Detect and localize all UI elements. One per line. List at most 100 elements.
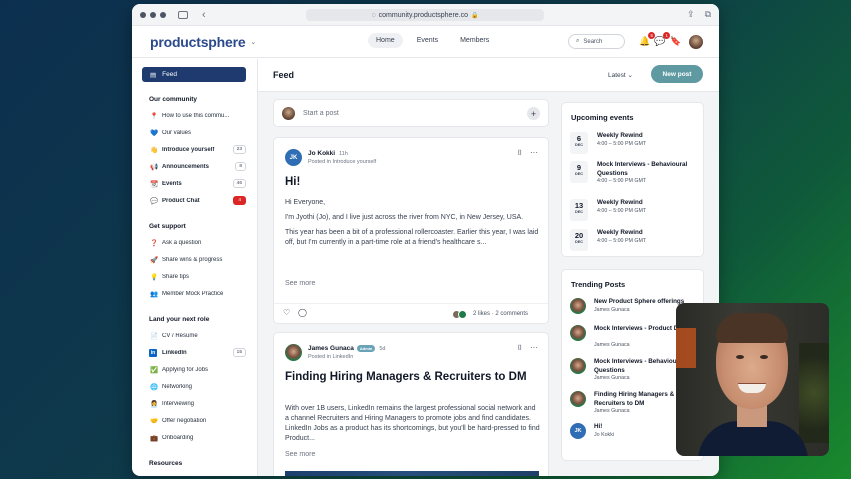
search-input[interactable]: ⌕ Search [568, 34, 625, 49]
sidebar-item[interactable]: 💬 Product Chat 4 [142, 192, 246, 209]
bookmark-icon[interactable]: ⌷ [518, 150, 522, 158]
tabs-icon[interactable]: ⧉ [705, 9, 711, 20]
messages-icon[interactable]: 💬 1 [654, 32, 671, 47]
search-icon: ⌕ [576, 38, 580, 44]
background-light [676, 328, 696, 368]
search-label: Search [583, 38, 603, 45]
event-time: 4:00 – 5:00 PM GMT [597, 178, 647, 184]
sidebar-item-label: Onboarding [162, 434, 194, 441]
back-icon[interactable]: ‹ [202, 9, 206, 21]
author-name[interactable]: Jo Kokki [308, 150, 335, 157]
sidebar-section-title[interactable]: Our community [142, 96, 247, 103]
sidebar-section-title[interactable]: Get support [142, 223, 247, 230]
see-more-link[interactable]: See more [285, 280, 315, 287]
url-text: community.productsphere.co [378, 11, 469, 19]
sidebar-item[interactable]: 📄 CV / Resume [142, 327, 246, 344]
nav-members[interactable]: Members [452, 33, 497, 48]
likes-count[interactable]: 2 likes [473, 311, 490, 317]
notifications-icon[interactable]: 🔔 5 [639, 32, 656, 47]
nav-home[interactable]: Home [368, 33, 403, 48]
more-icon[interactable]: ··· [530, 343, 538, 352]
new-post-button[interactable]: New post [651, 65, 703, 83]
sidebar-item-label: Our values [162, 129, 192, 136]
see-more-link[interactable]: See more [285, 451, 315, 458]
post-title[interactable]: Hi! [285, 175, 530, 189]
event-item[interactable]: 6 DEC Weekly Rewind 4:00 – 5:00 PM GMT [570, 132, 698, 154]
event-name[interactable]: Weekly Rewind [597, 132, 697, 141]
sidebar-toggle-icon[interactable] [178, 10, 188, 19]
sidebar-item-icon: ✅ [149, 366, 159, 374]
avatar [570, 358, 586, 374]
maximize-dot[interactable] [160, 11, 166, 18]
sidebar-item[interactable]: 👥 Member Mock Practice [142, 285, 246, 302]
sidebar-item[interactable]: 🤝 Offer negotiation [142, 412, 246, 429]
sidebar-item[interactable]: 🚀 Share wins & progress [142, 251, 246, 268]
sort-dropdown[interactable]: Latest ⌄ [608, 71, 633, 79]
unread-count-badge: 23 [232, 145, 246, 154]
sidebar-item[interactable]: 🌐 Networking [142, 378, 246, 395]
close-dot[interactable] [140, 11, 146, 18]
event-time: 4:00 – 5:00 PM GMT [597, 238, 647, 244]
window-controls[interactable] [140, 11, 166, 18]
post-author[interactable]: Jo Kokki 11h [308, 150, 348, 157]
event-item[interactable]: 13 DEC Weekly Rewind 4:00 – 5:00 PM GMT [570, 199, 698, 221]
address-bar[interactable]: ◌ community.productsphere.co 🔒 [306, 9, 544, 21]
sidebar-item[interactable]: 📆 Events 46 [142, 175, 246, 192]
post-space[interactable]: Posted in LinkedIn [308, 354, 353, 360]
nav-events[interactable]: Events [409, 33, 446, 48]
main-nav: Home Events Members [368, 33, 497, 48]
start-post-box[interactable]: Start a post + [273, 99, 549, 127]
sidebar-item[interactable]: 💼 Onboarding [142, 429, 246, 446]
plus-icon[interactable]: + [527, 107, 540, 120]
bookmark-icon[interactable]: 🔖 [670, 36, 681, 47]
post-author[interactable]: James Gunaca Admin 5d [308, 345, 385, 352]
event-name[interactable]: Mock Interviews - Behavioural Questions [597, 161, 697, 178]
post-stats[interactable]: 2 likes · 2 comments [473, 311, 528, 317]
sidebar-item[interactable]: 💙 Our values [142, 124, 246, 141]
minimize-dot[interactable] [150, 11, 156, 18]
sidebar-section-title[interactable]: Land your next role [142, 316, 247, 323]
event-day: 13 [574, 201, 584, 210]
sidebar-item[interactable]: 📢 Announcements 8 [142, 158, 246, 175]
sidebar-item-label: Interviewing [162, 400, 195, 407]
browser-toolbar: ‹ ◌ community.productsphere.co 🔒 ⇪ ⧉ [132, 4, 719, 26]
comments-count[interactable]: 2 comments [495, 311, 528, 317]
event-name[interactable]: Weekly Rewind [597, 199, 697, 208]
avatar[interactable]: JK [285, 149, 302, 166]
feed-icon: ▤ [150, 71, 157, 79]
sidebar-item[interactable]: 📍 How to use this commu... [142, 107, 246, 124]
background-plant [799, 343, 829, 443]
post-space[interactable]: Posted in Introduce yourself [308, 159, 376, 165]
heart-icon[interactable]: ♡ [283, 308, 290, 317]
bookmark-icon[interactable]: ⌷ [518, 345, 522, 353]
event-item[interactable]: 9 DEC Mock Interviews - Behavioural Ques… [570, 161, 698, 184]
sidebar-item-feed[interactable]: ▤ Feed [142, 67, 246, 82]
post-paragraph: With over 1B users, LinkedIn remains the… [285, 405, 540, 443]
post-image[interactable] [285, 471, 539, 476]
chevron-down-icon[interactable]: ⌄ [250, 38, 256, 46]
sidebar-item-label: Ask a question [162, 239, 202, 246]
avatar[interactable] [285, 344, 302, 361]
sidebar-item[interactable]: ❓ Ask a question [142, 234, 246, 251]
author-name[interactable]: James Gunaca [308, 345, 354, 352]
lock-icon: 🔒 [471, 12, 479, 19]
logo[interactable]: productsphere [150, 34, 246, 50]
more-icon[interactable]: ··· [530, 148, 538, 157]
event-name[interactable]: Weekly Rewind [597, 229, 697, 238]
sidebar-item[interactable]: ✅ Applying for Jobs [142, 361, 246, 378]
post-footer: ♡ ◯ 2 likes · 2 comments [274, 303, 548, 323]
share-icon[interactable]: ⇪ [687, 9, 695, 20]
sidebar-item[interactable]: 👩‍💼 Interviewing [142, 395, 246, 412]
sidebar-item-label: Announcements [162, 163, 210, 170]
user-avatar[interactable] [689, 35, 703, 49]
sidebar-item[interactable]: 👋 Introduce yourself 23 [142, 141, 246, 158]
sidebar-item[interactable]: 💡 Share tips [142, 268, 246, 285]
sidebar-section-title[interactable]: Resources [142, 460, 247, 467]
post-title[interactable]: Finding Hiring Managers & Recruiters to … [285, 370, 530, 384]
comment-icon[interactable]: ◯ [298, 308, 307, 317]
event-item[interactable]: 20 DEC Weekly Rewind 4:00 – 5:00 PM GMT [570, 229, 698, 251]
start-post-placeholder[interactable]: Start a post [303, 110, 339, 117]
app-header: productsphere ⌄ Home Events Members ⌕ Se… [132, 26, 719, 58]
sidebar-item-label: Applying for Jobs [162, 366, 209, 373]
sidebar-item[interactable]: in LinkedIn 15 [142, 344, 246, 361]
